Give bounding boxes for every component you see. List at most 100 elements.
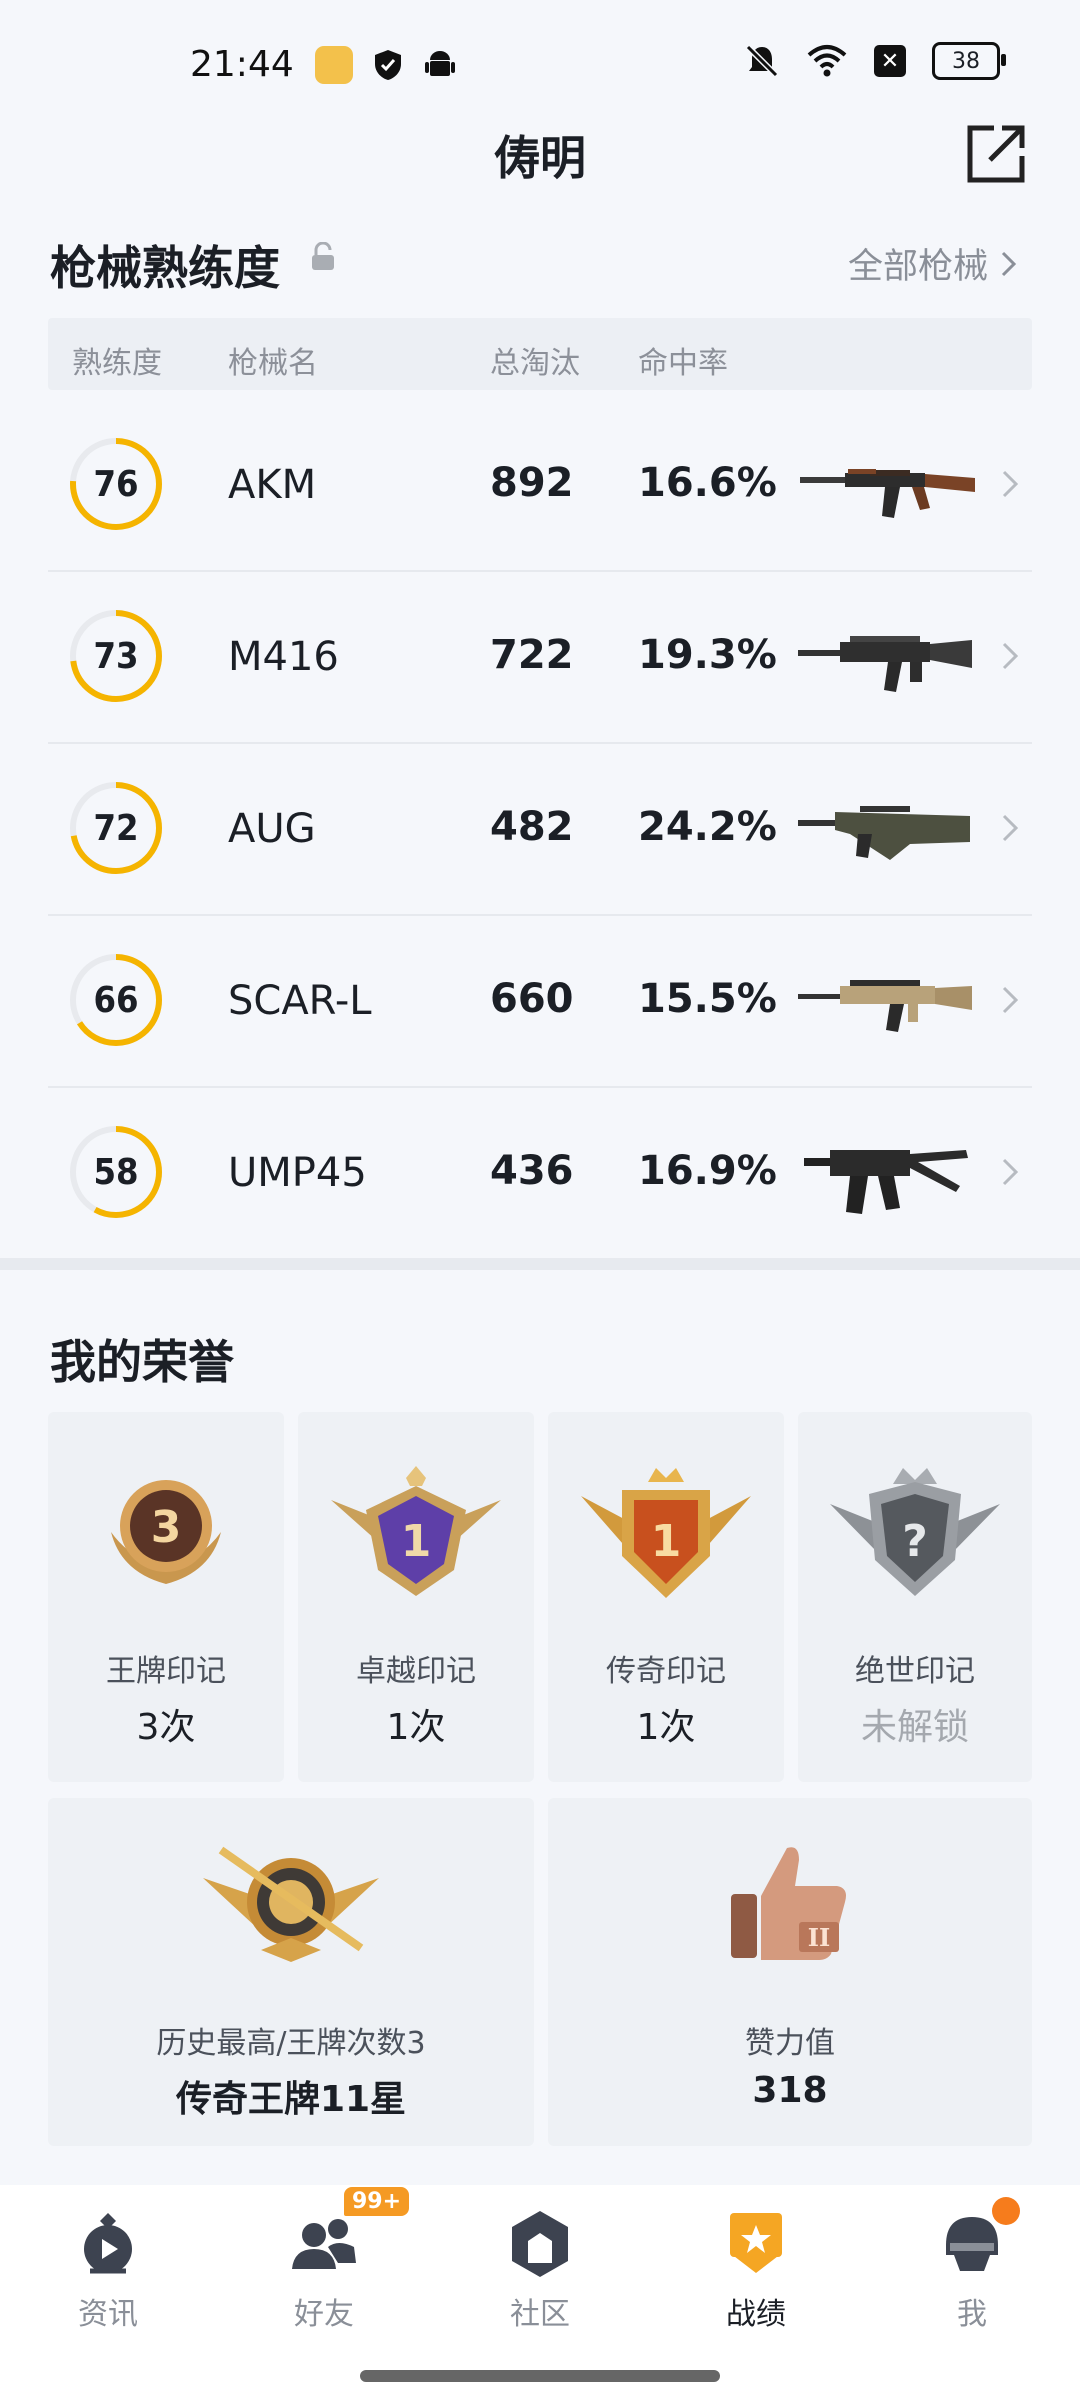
nav-label: 资讯	[78, 2297, 138, 2332]
weapon-hit-rate: 19.3%	[638, 632, 777, 678]
weapon-name: SCAR-L	[228, 978, 372, 1024]
battery-level: 38	[952, 48, 980, 74]
weapon-name: AUG	[228, 806, 316, 852]
col-proficiency: 熟练度	[72, 346, 162, 381]
sim-blocked-icon: ✕	[874, 45, 906, 77]
legend-mark-icon: 1	[581, 1468, 751, 1598]
all-weapons-link[interactable]: 全部枪械	[848, 238, 1018, 289]
nav-item-friends[interactable]: 99+ 好友	[224, 2187, 424, 2333]
chevron-right-icon	[1002, 986, 1019, 1014]
weapon-table-header: 熟练度 枪械名 总淘汰 命中率	[48, 318, 1032, 390]
honor-label: 王牌印记	[106, 1654, 226, 1689]
honor-label: 卓越印记	[356, 1654, 476, 1689]
chevron-right-icon	[1002, 1158, 1019, 1186]
proficiency-value: 58	[93, 1151, 139, 1193]
weapon-kills: 436	[490, 1148, 574, 1194]
chevron-right-icon	[1002, 814, 1019, 842]
honor-value: 1次	[386, 1707, 446, 1748]
notification-icons	[315, 46, 457, 84]
col-hit-rate: 命中率	[638, 346, 728, 381]
game-app-icon	[315, 46, 353, 84]
weapon-hit-rate: 16.6%	[638, 460, 777, 506]
home-indicator[interactable]	[360, 2370, 720, 2382]
weapon-name: UMP45	[228, 1150, 367, 1196]
ace-mark-icon: 3	[111, 1480, 221, 1584]
nav-label: 战绩	[726, 2297, 786, 2332]
proficiency-ring: 72	[68, 780, 164, 876]
friends-count-badge: 99+	[344, 2187, 410, 2216]
honor-label: 绝世印记	[855, 1654, 975, 1689]
system-status-icons: ✕ 38	[744, 42, 1006, 80]
weapon-section-title: 枪械熟练度	[50, 241, 280, 295]
proficiency-value: 66	[93, 979, 139, 1021]
proficiency-ring: 66	[68, 952, 164, 1048]
weapon-row-aug[interactable]: 72 AUG 482 24.2%	[48, 744, 1032, 916]
nav-label: 好友	[294, 2297, 354, 2332]
weapon-row-scar-l[interactable]: 66 SCAR-L 660 15.5%	[48, 916, 1032, 1088]
nav-item-records[interactable]: 战绩	[656, 2207, 856, 2333]
badge-number: ?	[902, 1516, 928, 1567]
honor-card-legend[interactable]: 1 传奇印记 1次	[548, 1412, 784, 1782]
proficiency-ring: 76	[68, 436, 164, 532]
news-play-icon	[84, 2213, 132, 2274]
m416-rifle-icon	[798, 636, 972, 692]
battery-indicator: 38	[932, 42, 1006, 80]
col-total-kills: 总淘汰	[490, 346, 580, 381]
ace-rank-emblem-icon	[203, 1846, 379, 1962]
highest-rank-value: 传奇王牌11星	[175, 2079, 407, 2120]
honor-card-likes[interactable]: II 赞力值 318	[548, 1798, 1032, 2146]
weapon-kills: 482	[490, 804, 574, 850]
weapon-list: 76 AKM 892 16.6% 73 M416 722 19.3% 72 AU…	[48, 400, 1032, 1258]
weapon-row-m416[interactable]: 73 M416 722 19.3%	[48, 572, 1032, 744]
weapon-hit-rate: 24.2%	[638, 804, 777, 850]
wifi-icon	[807, 45, 847, 77]
weapon-kills: 892	[490, 460, 574, 506]
badge-number: 3	[151, 1502, 182, 1553]
notification-dot	[992, 2197, 1020, 2225]
svg-text:II: II	[808, 1923, 830, 1952]
android-icon	[425, 51, 455, 76]
proficiency-value: 72	[93, 807, 139, 849]
weapon-hit-rate: 16.9%	[638, 1148, 777, 1194]
proficiency-value: 73	[93, 635, 139, 677]
honor-card-peerless[interactable]: ? 绝世印记 未解锁	[798, 1412, 1032, 1782]
honor-card-ace[interactable]: 3 王牌印记 3次	[48, 1412, 284, 1782]
nav-item-news[interactable]: 资讯	[8, 2207, 208, 2333]
proficiency-value: 76	[93, 463, 139, 505]
weapon-name: AKM	[228, 462, 317, 508]
likes-label: 赞力值	[745, 2026, 835, 2061]
shield-check-icon	[375, 50, 401, 80]
weapon-row-akm[interactable]: 76 AKM 892 16.6%	[48, 400, 1032, 572]
weapon-row-ump45[interactable]: 58 UMP45 436 16.9%	[48, 1088, 1032, 1258]
page-title: 俦明	[494, 131, 586, 185]
honor-value: 1次	[636, 1707, 696, 1748]
honor-card-highest-rank[interactable]: 历史最高/王牌次数3 传奇王牌11星	[48, 1798, 534, 2146]
all-weapons-label: 全部枪械	[847, 247, 988, 287]
nav-item-me[interactable]: 我	[872, 2197, 1072, 2333]
ump-smg-icon	[804, 1150, 968, 1214]
highest-rank-label: 历史最高/王牌次数3	[156, 2026, 426, 2061]
nav-label: 我	[957, 2297, 987, 2332]
honor-value: 3次	[136, 1707, 196, 1748]
nav-item-community[interactable]: 社区	[440, 2207, 640, 2333]
lock-icon[interactable]	[310, 242, 336, 272]
honor-card-excellence[interactable]: 1 卓越印记 1次	[298, 1412, 534, 1782]
excellence-mark-icon: 1	[331, 1466, 501, 1596]
weapon-hit-rate: 15.5%	[638, 976, 777, 1022]
chevron-right-icon	[1001, 251, 1017, 276]
honors-section-title: 我的荣誉	[50, 1335, 234, 1389]
scar-rifle-icon	[798, 980, 972, 1032]
peerless-mark-icon: ?	[830, 1468, 1000, 1596]
weapon-kills: 660	[490, 976, 574, 1022]
bottom-nav: 资讯 99+ 好友 社区 战绩 我	[0, 2185, 1080, 2400]
akm-rifle-icon	[800, 469, 975, 518]
honor-value-locked: 未解锁	[860, 1707, 969, 1748]
badge-number: 1	[401, 1516, 432, 1567]
chevron-right-icon	[1002, 470, 1019, 498]
aug-rifle-icon	[798, 806, 970, 860]
col-weapon-name: 枪械名	[228, 346, 318, 381]
nav-label: 社区	[510, 2297, 570, 2332]
likes-value: 318	[752, 2070, 828, 2111]
share-external-icon[interactable]	[964, 122, 1028, 186]
weapon-name: M416	[228, 634, 339, 680]
